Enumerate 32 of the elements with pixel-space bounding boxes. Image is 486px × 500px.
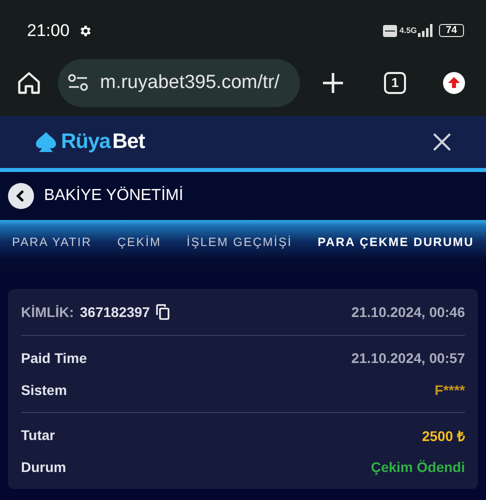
id-label: KİMLİK: xyxy=(21,304,74,320)
update-icon[interactable] xyxy=(442,70,466,94)
field-label: Tutar xyxy=(21,427,55,443)
field-value: 2500 ₺ xyxy=(422,426,465,444)
tab[interactable]: İŞLEM GEÇMİŞİ xyxy=(186,235,292,249)
volte-icon xyxy=(382,24,397,36)
tab[interactable]: PARA YATIR xyxy=(12,235,92,249)
field-label: Durum xyxy=(21,459,66,475)
site-settings-icon[interactable] xyxy=(68,74,88,92)
ruyabet-logo: RüyaBet xyxy=(33,130,145,154)
field-value: Çekim Ödendi xyxy=(370,459,465,475)
tab[interactable]: ÇEKİM xyxy=(117,235,162,249)
battery-level: 74 xyxy=(438,24,464,37)
clock-time: 21:00 xyxy=(27,20,70,40)
request-date: 21.10.2024, 00:46 xyxy=(351,304,465,320)
field-label: Sistem xyxy=(21,382,67,398)
copy-icon[interactable] xyxy=(156,304,170,320)
id-value: 367182397 xyxy=(80,304,150,320)
tab[interactable]: PARA ÇEKME DURUMU xyxy=(318,235,474,249)
close-icon[interactable] xyxy=(432,132,452,152)
field-value: F**** xyxy=(434,382,465,398)
new-tab-icon[interactable] xyxy=(322,72,344,94)
back-button[interactable] xyxy=(8,183,34,209)
home-icon[interactable] xyxy=(16,70,42,96)
network-type: 4.5G xyxy=(400,26,417,34)
page-title: BAKİYE YÖNETİMİ xyxy=(44,187,184,205)
settings-icon xyxy=(78,24,92,38)
field-value: 21.10.2024, 00:57 xyxy=(351,350,465,366)
signal-icon xyxy=(416,24,435,37)
tab-switcher-button[interactable]: 1 xyxy=(384,72,406,94)
field-label: Paid Time xyxy=(21,350,87,366)
address-bar[interactable]: m.ruyabet395.com/tr/ xyxy=(58,58,300,106)
